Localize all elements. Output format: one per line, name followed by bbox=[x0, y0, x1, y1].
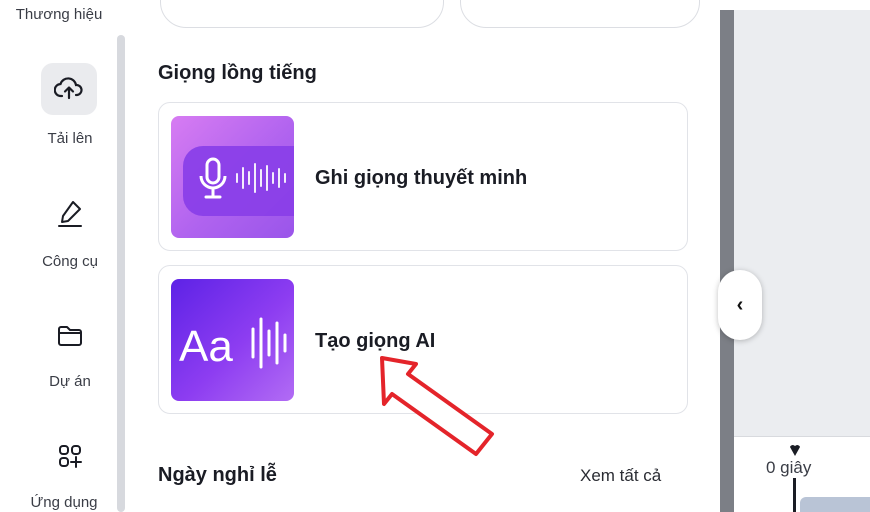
sidebar-item-upload-button[interactable] bbox=[41, 63, 97, 115]
sidebar-item-brand-label[interactable]: Thương hiệu bbox=[4, 6, 114, 23]
cloud-upload-icon bbox=[54, 77, 83, 100]
pen-tool-icon bbox=[58, 201, 82, 227]
microphone-waveform-icon bbox=[183, 146, 294, 216]
sidebar-item-upload-label[interactable]: Tải lên bbox=[12, 130, 128, 147]
sidebar-item-apps-label[interactable]: Ứng dụng bbox=[6, 494, 122, 511]
chevron-left-icon: ‹ bbox=[736, 293, 744, 316]
collapse-panel-button[interactable]: ‹ bbox=[718, 270, 762, 340]
annotation-arrow-icon bbox=[380, 356, 494, 456]
previous-card-right[interactable] bbox=[460, 0, 700, 28]
sidebar-item-projects-label[interactable]: Dự án bbox=[12, 373, 128, 390]
sidebar-item-projects-button[interactable] bbox=[42, 312, 98, 360]
left-sidebar: Thương hiệu Tải lên Công cụ Dự án Ứng dụ… bbox=[0, 0, 126, 512]
previous-card-left[interactable] bbox=[160, 0, 444, 28]
ai-voice-thumbnail: Aa bbox=[171, 279, 294, 401]
timeline-time-label: 0 giây bbox=[766, 458, 812, 477]
folder-icon bbox=[58, 326, 82, 346]
record-voiceover-card[interactable]: Ghi giọng thuyết minh bbox=[158, 102, 688, 251]
panel-scrollbar[interactable] bbox=[720, 10, 734, 512]
sidebar-item-tools-button[interactable] bbox=[42, 190, 98, 238]
playhead-marker-icon[interactable] bbox=[789, 445, 801, 457]
aa-waveform-icon: Aa bbox=[179, 317, 287, 371]
voiceover-section-title: Giọng lồng tiếng bbox=[158, 62, 317, 84]
see-all-link[interactable]: Xem tất cả bbox=[580, 466, 661, 486]
sidebar-scrollbar[interactable] bbox=[117, 35, 125, 512]
holidays-section-title: Ngày nghỉ lễ bbox=[158, 464, 277, 486]
sidebar-item-tools-label[interactable]: Công cụ bbox=[12, 253, 128, 270]
sidebar-item-apps-button[interactable] bbox=[42, 432, 98, 480]
playhead-line[interactable] bbox=[793, 478, 796, 512]
timeline-clip[interactable] bbox=[800, 497, 870, 512]
ai-voice-label: Tạo giọng AI bbox=[315, 330, 436, 352]
record-voiceover-thumbnail bbox=[171, 116, 294, 238]
record-voiceover-label: Ghi giọng thuyết minh bbox=[315, 167, 528, 189]
apps-grid-icon bbox=[59, 445, 82, 468]
svg-text:Aa: Aa bbox=[179, 322, 233, 371]
